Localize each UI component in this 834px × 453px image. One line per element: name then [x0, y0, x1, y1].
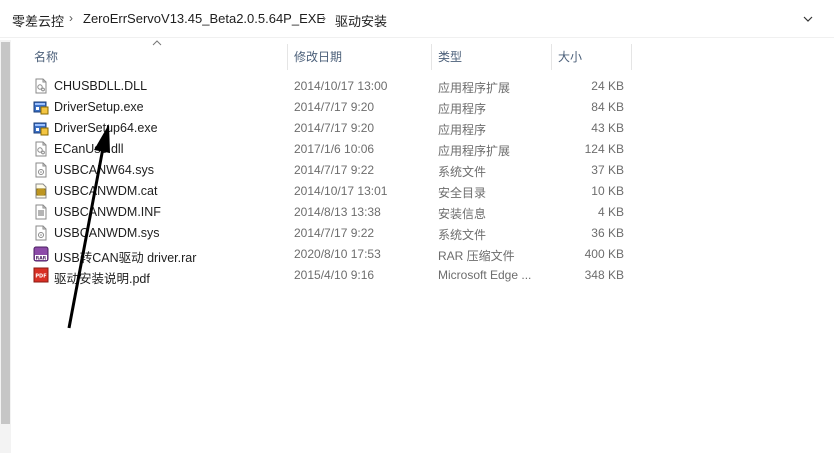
file-row[interactable]: ECanUsb.dll 2017/1/6 10:06 应用程序扩展 124 KB — [30, 139, 630, 160]
file-type: 系统文件 — [438, 228, 487, 242]
file-size: 348 KB — [584, 268, 624, 282]
file-row[interactable]: USBCANW64.sys 2014/7/17 9:22 系统文件 37 KB — [30, 160, 630, 181]
exe-icon — [33, 99, 49, 115]
cat-icon — [33, 183, 49, 199]
breadcrumb-item-root[interactable]: 零差云控 — [12, 11, 64, 30]
file-row[interactable]: CHUSBDLL.DLL 2014/10/17 13:00 应用程序扩展 24 KB — [30, 76, 630, 97]
file-row[interactable]: DriverSetup64.exe 2014/7/17 9:20 应用程序 43 KB — [30, 118, 630, 139]
file-size: 4 KB — [597, 205, 624, 219]
breadcrumb-separator: › — [69, 11, 73, 25]
address-bar[interactable]: 零差云控 › ZeroErrServoV13.45_Beta2.0.5.64P_… — [0, 0, 834, 38]
svg-text:RAR: RAR — [36, 255, 47, 261]
breadcrumb-separator: › — [322, 11, 326, 25]
file-size: 43 KB — [591, 121, 624, 135]
column-header-type[interactable]: 类型 — [432, 44, 552, 70]
file-size: 84 KB — [591, 100, 624, 114]
file-modified-date: 2020/8/10 17:53 — [294, 247, 381, 261]
sys-icon — [33, 162, 49, 178]
column-header-name[interactable]: 名称 — [28, 44, 288, 70]
file-row[interactable]: PDF 驱动安装说明.pdf 2015/4/10 9:16 Microsoft Edg… — [30, 265, 630, 286]
file-name: DriverSetup.exe — [54, 100, 144, 114]
file-modified-date: 2014/10/17 13:00 — [294, 79, 388, 93]
file-size: 124 KB — [584, 142, 624, 156]
file-name: USBCANW64.sys — [54, 163, 155, 177]
file-name: ECanUsb.dll — [54, 142, 124, 156]
file-type: 安装信息 — [438, 207, 487, 221]
history-dropdown-button[interactable] — [797, 9, 819, 29]
dll-icon — [33, 78, 49, 94]
file-row[interactable]: USBCANWDM.sys 2014/7/17 9:22 系统文件 36 KB — [30, 223, 630, 244]
file-type: 安全目录 — [438, 186, 487, 200]
inf-icon — [33, 204, 49, 220]
file-name: USB转CAN驱动 driver.rar — [54, 251, 197, 265]
file-row[interactable]: USBCANWDM.cat 2014/10/17 13:01 安全目录 10 KB — [30, 181, 630, 202]
column-header-date[interactable]: 修改日期 — [288, 44, 432, 70]
file-size: 36 KB — [591, 226, 624, 240]
scrollbar-thumb[interactable] — [1, 42, 10, 424]
file-modified-date: 2014/7/17 9:20 — [294, 100, 375, 114]
file-type: 应用程序 — [438, 123, 487, 137]
pdf-icon: PDF — [33, 267, 49, 283]
file-size: 400 KB — [584, 247, 624, 261]
file-modified-date: 2014/7/17 9:22 — [294, 226, 375, 240]
file-size: 24 KB — [591, 79, 624, 93]
dll-icon — [33, 141, 49, 157]
file-modified-date: 2014/7/17 9:22 — [294, 163, 375, 177]
vertical-scrollbar[interactable] — [0, 40, 11, 453]
chevron-down-icon — [803, 16, 813, 22]
file-modified-date: 2015/4/10 9:16 — [294, 268, 375, 282]
file-type: Microsoft Edge ... — [438, 268, 532, 282]
file-name: CHUSBDLL.DLL — [54, 79, 148, 93]
svg-text:PDF: PDF — [35, 274, 46, 280]
exe-icon — [33, 120, 49, 136]
file-row[interactable]: USBCANWDM.INF 2014/8/13 13:38 安装信息 4 KB — [30, 202, 630, 223]
file-modified-date: 2014/10/17 13:01 — [294, 184, 388, 198]
file-row[interactable]: RAR USB转CAN驱动 driver.rar 2020/8/10 17:53 RA… — [30, 244, 630, 265]
file-modified-date: 2014/7/17 9:20 — [294, 121, 375, 135]
breadcrumb-item-folder[interactable]: ZeroErrServoV13.45_Beta2.0.5.64P_EXE — [83, 11, 325, 26]
file-name: DriverSetup64.exe — [54, 121, 158, 135]
file-size: 37 KB — [591, 163, 624, 177]
file-modified-date: 2014/8/13 13:38 — [294, 205, 381, 219]
file-type: RAR 压缩文件 — [438, 249, 515, 263]
file-size: 10 KB — [591, 184, 624, 198]
file-name: USBCANWDM.sys — [54, 226, 160, 240]
file-type: 应用程序 — [438, 102, 487, 116]
sys-icon — [33, 225, 49, 241]
file-name: USBCANWDM.INF — [54, 205, 161, 219]
file-type: 应用程序扩展 — [438, 144, 511, 158]
file-row[interactable]: DriverSetup.exe 2014/7/17 9:20 应用程序 84 KB — [30, 97, 630, 118]
breadcrumb-item-current[interactable]: 驱动安装 — [335, 11, 387, 30]
column-header-size[interactable]: 大小 — [552, 44, 632, 70]
file-name: 驱动安装说明.pdf — [54, 272, 150, 286]
file-modified-date: 2017/1/6 10:06 — [294, 142, 375, 156]
rar-icon: RAR — [33, 246, 49, 262]
file-name: USBCANWDM.cat — [54, 184, 158, 198]
file-type: 系统文件 — [438, 165, 487, 179]
file-type: 应用程序扩展 — [438, 81, 511, 95]
